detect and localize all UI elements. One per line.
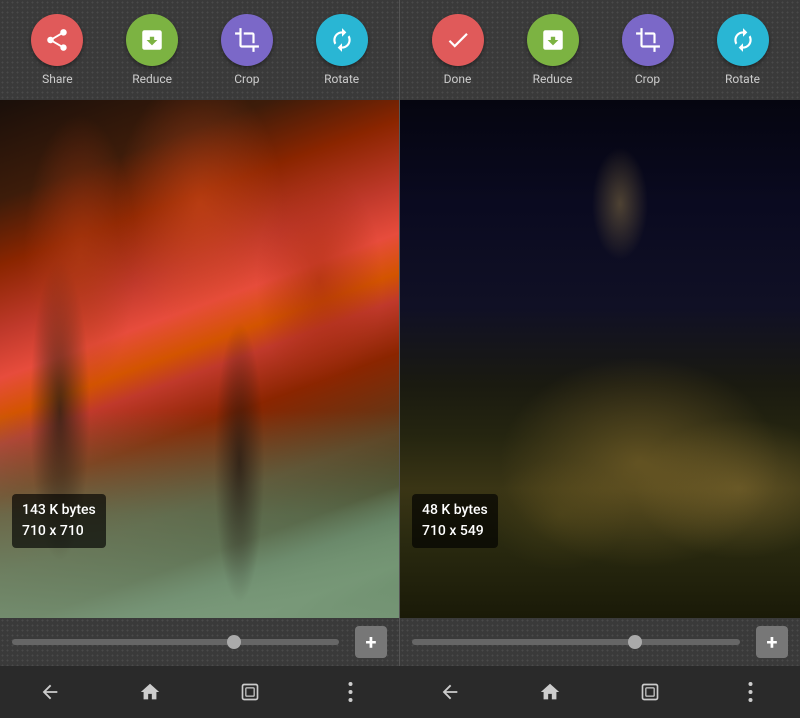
left-toolbar: Share Reduce Crop — [0, 0, 399, 100]
rotate-tool-left[interactable]: Rotate — [316, 14, 368, 86]
right-menu-button[interactable] — [736, 678, 764, 706]
left-image-info: 143 K bytes 710 x 710 — [12, 494, 106, 548]
share-label: Share — [42, 72, 73, 86]
left-recents-button[interactable] — [236, 678, 264, 706]
reduce-label-right: Reduce — [533, 72, 573, 86]
share-icon[interactable] — [31, 14, 83, 66]
left-slider-thumb[interactable] — [227, 635, 241, 649]
left-nav-bar — [0, 666, 400, 718]
right-add-button[interactable]: + — [756, 626, 788, 658]
reduce-icon-left[interactable] — [126, 14, 178, 66]
done-icon[interactable] — [432, 14, 484, 66]
right-slider[interactable] — [412, 639, 740, 645]
left-panel: Share Reduce Crop — [0, 0, 400, 666]
share-tool[interactable]: Share — [31, 14, 83, 86]
left-back-button[interactable] — [36, 678, 64, 706]
right-recents-button[interactable] — [636, 678, 664, 706]
done-tool[interactable]: Done — [432, 14, 484, 86]
reduce-tool-right[interactable]: Reduce — [527, 14, 579, 86]
crop-label-right: Crop — [635, 72, 660, 86]
crop-tool-right[interactable]: Crop — [622, 14, 674, 86]
right-back-button[interactable] — [436, 678, 464, 706]
left-bottom-bar: + — [0, 618, 399, 666]
crop-icon-right[interactable] — [622, 14, 674, 66]
right-toolbar: Done Reduce Crop — [400, 0, 800, 100]
crop-icon-left[interactable] — [221, 14, 273, 66]
left-image-dimensions: 710 x 710 — [22, 521, 96, 542]
right-image-dimensions: 710 x 549 — [422, 521, 488, 542]
right-bottom-bar: + — [400, 618, 800, 666]
left-image-size: 143 K bytes — [22, 500, 96, 521]
reduce-tool-left[interactable]: Reduce — [126, 14, 178, 86]
done-label: Done — [444, 72, 472, 86]
rotate-label-left: Rotate — [324, 72, 359, 86]
right-slider-thumb[interactable] — [628, 635, 642, 649]
rotate-icon-right[interactable] — [717, 14, 769, 66]
crop-tool-left[interactable]: Crop — [221, 14, 273, 86]
left-menu-button[interactable] — [336, 678, 364, 706]
right-image-size: 48 K bytes — [422, 500, 488, 521]
right-home-button[interactable] — [536, 678, 564, 706]
right-image-area: 48 K bytes 710 x 549 — [400, 100, 800, 618]
rotate-icon-left[interactable] — [316, 14, 368, 66]
nav-container — [0, 666, 800, 718]
reduce-icon-right[interactable] — [527, 14, 579, 66]
left-image-area: 143 K bytes 710 x 710 — [0, 100, 399, 618]
rotate-tool-right[interactable]: Rotate — [717, 14, 769, 86]
right-image-info: 48 K bytes 710 x 549 — [412, 494, 498, 548]
left-slider[interactable] — [12, 639, 339, 645]
right-panel: Done Reduce Crop — [400, 0, 800, 666]
left-home-button[interactable] — [136, 678, 164, 706]
crop-label-left: Crop — [234, 72, 259, 86]
reduce-label-left: Reduce — [132, 72, 172, 86]
rotate-label-right: Rotate — [725, 72, 760, 86]
right-nav-bar — [400, 666, 800, 718]
left-add-button[interactable]: + — [355, 626, 387, 658]
